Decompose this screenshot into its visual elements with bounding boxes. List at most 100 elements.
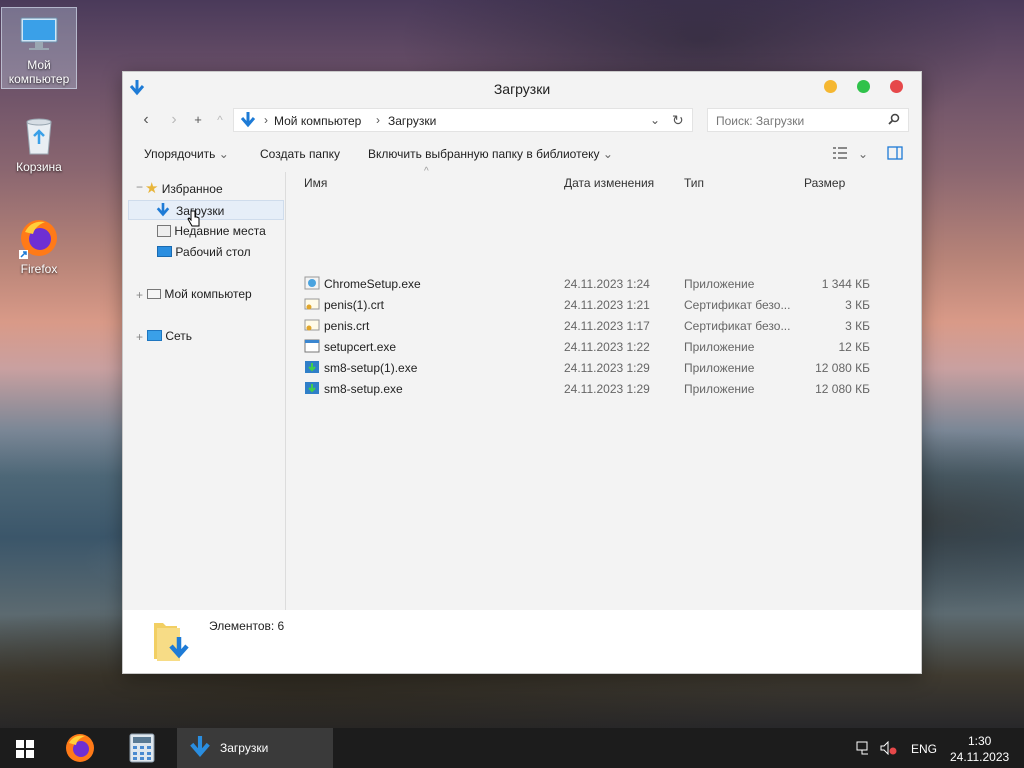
application-icon (304, 338, 320, 357)
breadcrumb-root[interactable]: Мой компьютер (274, 114, 361, 128)
desktop-icon-recycle-bin[interactable]: Корзина (1, 110, 77, 180)
address-bar: ‹ › + ^ › Мой компьютер › Загрузки ⌄ ↻ П… (129, 106, 915, 134)
window-title: Загрузки (493, 81, 551, 97)
file-type: Сертификат безо... (684, 319, 791, 333)
certificate-icon (304, 296, 320, 315)
organize-button[interactable]: Упорядочить ⌄ (144, 147, 229, 161)
desktop-icon-label: Корзина (16, 160, 62, 174)
preview-pane-icon[interactable] (887, 146, 903, 163)
explorer-window: Загрузки ‹ › + ^ › Мой компьютер › Загру… (122, 71, 922, 674)
file-date: 24.11.2023 1:22 (564, 340, 650, 354)
sidebar-item-recent[interactable]: Недавние места (157, 221, 266, 241)
up-button[interactable]: ^ (211, 110, 229, 130)
file-size: 3 КБ (845, 298, 870, 312)
hand-cursor-icon (187, 210, 201, 231)
desktop-icon (157, 246, 172, 257)
plus-icon[interactable]: + (189, 110, 207, 130)
table-row[interactable]: penis(1).crt 24.11.2023 1:21 Сертификат … (287, 294, 919, 315)
file-size: 1 344 КБ (821, 277, 870, 291)
refresh-icon[interactable]: ↻ (672, 112, 684, 129)
sidebar-item-computer[interactable]: Мой компьютер (147, 284, 252, 304)
search-input[interactable]: Поиск: Загрузки (707, 108, 909, 132)
sidebar-item-desktop[interactable]: Рабочий стол (157, 242, 251, 262)
close-button[interactable] (890, 80, 903, 93)
details-pane: Элементов: 6 (123, 610, 921, 673)
file-size: 12 КБ (838, 340, 870, 354)
item-count: Элементов: 6 (209, 619, 285, 633)
desktop-icon-label: компьютер (8, 72, 70, 86)
file-date: 24.11.2023 1:24 (564, 277, 650, 291)
column-header-type[interactable]: Тип (684, 176, 704, 190)
file-date: 24.11.2023 1:29 (564, 382, 650, 396)
setup-icon (304, 380, 320, 399)
pane-divider[interactable] (285, 172, 286, 610)
expand-icon[interactable]: + (136, 288, 143, 302)
table-row[interactable]: ChromeSetup.exe 24.11.2023 1:24 Приложен… (287, 273, 919, 294)
minimize-button[interactable] (824, 80, 837, 93)
table-row[interactable]: sm8-setup.exe 24.11.2023 1:29 Приложение… (287, 378, 919, 399)
file-type: Приложение (684, 340, 755, 354)
file-name: setupcert.exe (324, 340, 397, 354)
table-row[interactable]: penis.crt 24.11.2023 1:17 Сертификат без… (287, 315, 919, 336)
taskbar-item-downloads[interactable]: Загрузки (177, 728, 333, 768)
navigation-pane: − ★ Избранное Загрузки Недавние места Ра… (123, 172, 285, 610)
table-row[interactable]: setupcert.exe 24.11.2023 1:22 Приложение… (287, 336, 919, 357)
collapse-icon[interactable]: − (136, 180, 143, 194)
file-list: ^ Имя Дата изменения Тип Размер ChromeSe… (287, 166, 919, 610)
monitor-icon (17, 12, 61, 56)
desktop-icon-my-computer[interactable]: Мой компьютер (1, 7, 77, 89)
download-arrow-icon (189, 734, 211, 763)
new-folder-button[interactable]: Создать папку (260, 147, 340, 161)
calculator-icon[interactable] (129, 733, 155, 766)
chevron-down-icon[interactable]: ⌄ (650, 113, 660, 127)
search-placeholder: Поиск: Загрузки (716, 114, 805, 128)
breadcrumb-current[interactable]: Загрузки (388, 114, 436, 128)
desktop-icon-label: Firefox (20, 262, 58, 276)
volume-muted-icon[interactable] (880, 740, 898, 758)
file-name: penis(1).crt (324, 298, 385, 312)
file-date: 24.11.2023 1:17 (564, 319, 650, 333)
file-size: 12 080 КБ (815, 361, 870, 375)
download-arrow-icon (240, 111, 256, 132)
star-icon: ★ (145, 180, 159, 197)
start-button[interactable] (16, 740, 34, 761)
include-library-button[interactable]: Включить выбранную папку в библиотеку ⌄ (368, 147, 613, 161)
computer-icon (147, 289, 161, 299)
file-type: Приложение (684, 277, 755, 291)
chevron-right-icon: › (264, 113, 268, 127)
chevron-down-icon[interactable]: ⌄ (858, 147, 868, 161)
file-name: sm8-setup(1).exe (324, 361, 418, 375)
clock-date[interactable]: 24.11.2023 (950, 750, 1009, 764)
file-type: Сертификат безо... (684, 298, 791, 312)
column-header-date[interactable]: Дата изменения (564, 176, 654, 190)
view-options-icon[interactable] (832, 146, 848, 163)
command-bar: Упорядочить ⌄ Создать папку Включить выб… (123, 140, 921, 168)
network-status-icon[interactable] (856, 741, 874, 758)
file-date: 24.11.2023 1:29 (564, 361, 650, 375)
file-date: 24.11.2023 1:21 (564, 298, 650, 312)
sidebar-item-downloads[interactable]: Загрузки (128, 200, 284, 220)
sidebar-item-network[interactable]: Сеть (147, 326, 192, 346)
maximize-button[interactable] (857, 80, 870, 93)
forward-button[interactable]: › (165, 110, 183, 130)
table-row[interactable]: sm8-setup(1).exe 24.11.2023 1:29 Приложе… (287, 357, 919, 378)
language-indicator[interactable]: ENG (911, 742, 937, 756)
back-button[interactable]: ‹ (137, 110, 155, 130)
file-name: sm8-setup.exe (324, 382, 403, 396)
recycle-bin-icon (17, 114, 61, 158)
clock-time[interactable]: 1:30 (968, 734, 991, 748)
expand-icon[interactable]: + (136, 330, 143, 344)
column-header-name[interactable]: Имя (304, 176, 327, 190)
file-name: ChromeSetup.exe (324, 277, 421, 291)
path-box[interactable]: › Мой компьютер › Загрузки ⌄ ↻ (233, 108, 693, 132)
file-type: Приложение (684, 361, 755, 375)
column-header-size[interactable]: Размер (804, 176, 845, 190)
title-bar[interactable]: Загрузки (123, 72, 921, 104)
file-type: Приложение (684, 382, 755, 396)
sidebar-item-favorites[interactable]: ★ Избранное (145, 179, 223, 199)
sort-indicator-icon: ^ (424, 166, 429, 177)
desktop-icon-firefox[interactable]: Firefox (1, 212, 77, 282)
firefox-icon[interactable] (64, 732, 96, 767)
file-size: 3 КБ (845, 319, 870, 333)
taskbar: Загрузки ENG 1:30 24.11.2023 (0, 728, 1024, 768)
